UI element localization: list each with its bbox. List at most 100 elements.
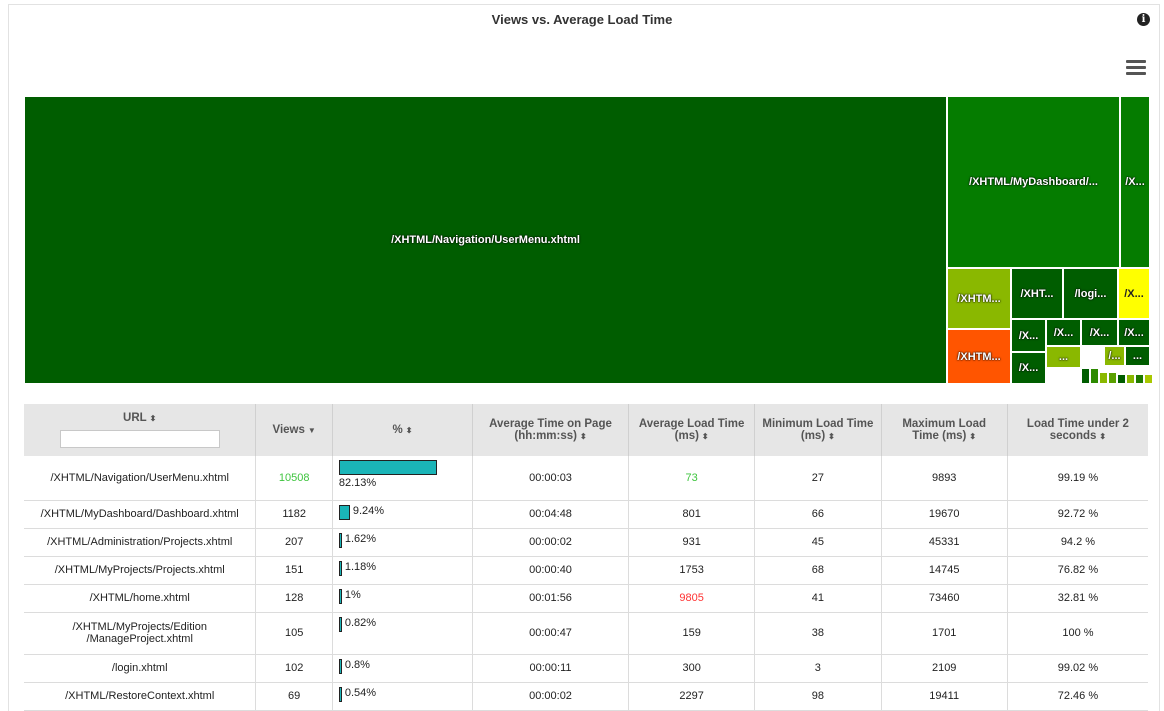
table-row[interactable]: /XHTML/Administration/Projects.xhtml 207 1… — [24, 528, 1148, 557]
treemap-tile-label: /X... — [1124, 326, 1144, 339]
treemap-tile[interactable]: /X... — [1081, 319, 1118, 346]
treemap-small-tile[interactable] — [1108, 372, 1117, 384]
column-header-label: Views — [272, 424, 305, 436]
treemap-tile-label: /logi... — [1074, 287, 1107, 300]
treemap-tile[interactable]: /X... — [1120, 96, 1150, 268]
treemap-small-tile[interactable] — [1099, 372, 1108, 384]
treemap-small-tile[interactable] — [1135, 374, 1144, 384]
sort-desc-icon[interactable]: ▼ — [308, 426, 316, 435]
column-header[interactable]: % ⬍ — [332, 404, 473, 456]
url-cell: /XHTML/MyProjects/Edition /ManageProject… — [24, 612, 257, 655]
pct-cell: 9.24% — [332, 500, 473, 529]
table-row[interactable]: /XHTML/MyProjects/Projects.xhtml 151 1.18%… — [24, 556, 1148, 585]
column-header[interactable]: URL ⬍ — [24, 404, 257, 456]
sort-icon[interactable]: ⬍ — [828, 432, 835, 441]
url-filter-input[interactable] — [59, 430, 220, 448]
treemap-tile-label: /XHTM... — [957, 292, 1001, 305]
table-row[interactable]: /XHTML/MyDashboard/Dashboard.xhtml 1182 9.… — [24, 500, 1148, 529]
treemap-tile[interactable]: /logi... — [1063, 268, 1118, 319]
treemap-tile[interactable]: /X... — [1011, 352, 1046, 384]
treemap-tile[interactable]: /X... — [1118, 319, 1150, 346]
chart-title: Views vs. Average Load Time — [491, 12, 673, 27]
treemap-tile-label: /... — [1108, 350, 1121, 362]
table-row[interactable]: /login.xhtml 102 0.8% 00:00:11 300 3 2109 99.02… — [24, 654, 1148, 683]
treemap-small-tile[interactable] — [1081, 368, 1090, 384]
sort-icon[interactable]: ⬍ — [580, 432, 587, 441]
pct-cell: 0.54% — [332, 682, 473, 711]
table-row[interactable]: /XHTML/home.xhtml 128 1% 00:01:56 9805 41 7346… — [24, 584, 1148, 613]
avg-time-cell: 00:00:02 — [472, 528, 630, 557]
table-row[interactable]: /XHTML/RestoreContext.xhtml 69 0.54% 00:00:… — [24, 682, 1148, 711]
min-load-cell: 41 — [754, 584, 882, 613]
treemap-tile[interactable]: /XHTML/Navigation/UserMenu.xhtml — [24, 96, 947, 384]
table-header-row: URL ⬍ Views ▼% ⬍ Average Time on Page (hh:mm:… — [24, 404, 1148, 456]
treemap-tile[interactable]: /XHTML/MyDashboard/... — [947, 96, 1120, 268]
treemap-small-tile[interactable] — [1117, 374, 1126, 384]
table-row[interactable]: /XHTML/Navigation/UserMenu.xhtml 10508 82.… — [24, 456, 1148, 501]
under2s-cell: 94.2 % — [1007, 528, 1148, 557]
avg-time-cell: 00:04:48 — [472, 500, 630, 529]
pct-cell: 82.13% — [332, 456, 473, 501]
avg-load-cell: 1753 — [628, 556, 756, 585]
under2s-cell: 72.46 % — [1007, 682, 1148, 711]
pct-cell: 1% — [332, 584, 473, 613]
treemap-tile[interactable]: /XHT... — [1011, 268, 1063, 319]
percent-label: 1.18% — [344, 560, 377, 573]
min-load-cell: 45 — [754, 528, 882, 557]
column-header[interactable]: Average Time on Page (hh:mm:ss) ⬍ — [472, 404, 630, 456]
min-load-cell: 66 — [754, 500, 882, 529]
max-load-cell: 2109 — [881, 654, 1008, 683]
treemap-tile[interactable]: ... — [1046, 346, 1081, 368]
sort-icon[interactable]: ⬍ — [1099, 432, 1106, 441]
max-load-cell: 9893 — [881, 456, 1008, 501]
under2s-cell: 100 % — [1007, 612, 1148, 655]
views-cell: 128 — [255, 584, 333, 613]
treemap-tile[interactable]: /... — [1104, 346, 1125, 366]
percent-bar — [338, 532, 342, 548]
min-load-cell: 68 — [754, 556, 882, 585]
percent-label: 0.82% — [344, 616, 377, 629]
column-header[interactable]: Minimum Load Time (ms) ⬍ — [754, 404, 882, 456]
treemap-tile-label: /X... — [1018, 362, 1039, 374]
avg-load-cell: 2297 — [628, 682, 756, 711]
url-cell: /XHTML/MyProjects/Projects.xhtml — [24, 556, 257, 585]
avg-load-cell: 931 — [628, 528, 756, 557]
column-header[interactable]: Views ▼ — [255, 404, 333, 456]
max-load-cell: 73460 — [881, 584, 1008, 613]
sort-icon[interactable]: ⬍ — [406, 426, 413, 435]
url-cell: /XHTML/MyDashboard/Dashboard.xhtml — [24, 500, 257, 529]
percent-bar — [338, 460, 437, 475]
treemap-tile[interactable]: /X... — [1118, 268, 1150, 319]
treemap-tile[interactable]: /X... — [1046, 319, 1081, 346]
pct-cell: 1.18% — [332, 556, 473, 585]
hamburger-menu-icon[interactable] — [1126, 60, 1146, 76]
sort-icon[interactable]: ⬍ — [150, 414, 157, 423]
sort-icon[interactable]: ⬍ — [702, 432, 709, 441]
views-cell: 1182 — [255, 500, 333, 529]
max-load-cell: 45331 — [881, 528, 1008, 557]
treemap-tile[interactable]: /X... — [1011, 319, 1046, 352]
min-load-cell: 38 — [754, 612, 882, 655]
under2s-cell: 92.72 % — [1007, 500, 1148, 529]
treemap-tile-label: /XHTML/Navigation/UserMenu.xhtml — [391, 234, 580, 246]
treemap-tile-label: /X... — [1053, 326, 1074, 339]
column-header[interactable]: Maximum Load Time (ms) ⬍ — [881, 404, 1008, 456]
under2s-cell: 99.19 % — [1007, 456, 1148, 501]
avg-load-cell: 300 — [628, 654, 756, 683]
info-icon[interactable]: i — [1137, 13, 1150, 26]
column-header[interactable]: Load Time under 2 seconds ⬍ — [1007, 404, 1148, 456]
table-row[interactable]: /XHTML/MyProjects/Edition /ManageProject… — [24, 612, 1148, 655]
treemap-tile-label: /XHT... — [1020, 287, 1054, 300]
percent-label: 1% — [344, 588, 361, 601]
treemap-small-tile[interactable] — [1090, 368, 1099, 384]
views-cell: 151 — [255, 556, 333, 585]
treemap-small-tile[interactable] — [1126, 374, 1135, 384]
sort-icon[interactable]: ⬍ — [969, 432, 976, 441]
treemap-small-tile[interactable] — [1144, 374, 1153, 384]
url-cell: /login.xhtml — [24, 654, 257, 683]
avg-load-cell: 9805 — [628, 584, 756, 613]
treemap-tile[interactable]: /XHTM... — [947, 268, 1011, 329]
column-header[interactable]: Average Load Time (ms) ⬍ — [628, 404, 756, 456]
treemap-tile[interactable]: ... — [1125, 346, 1150, 366]
treemap-tile[interactable]: /XHTM... — [947, 329, 1011, 384]
